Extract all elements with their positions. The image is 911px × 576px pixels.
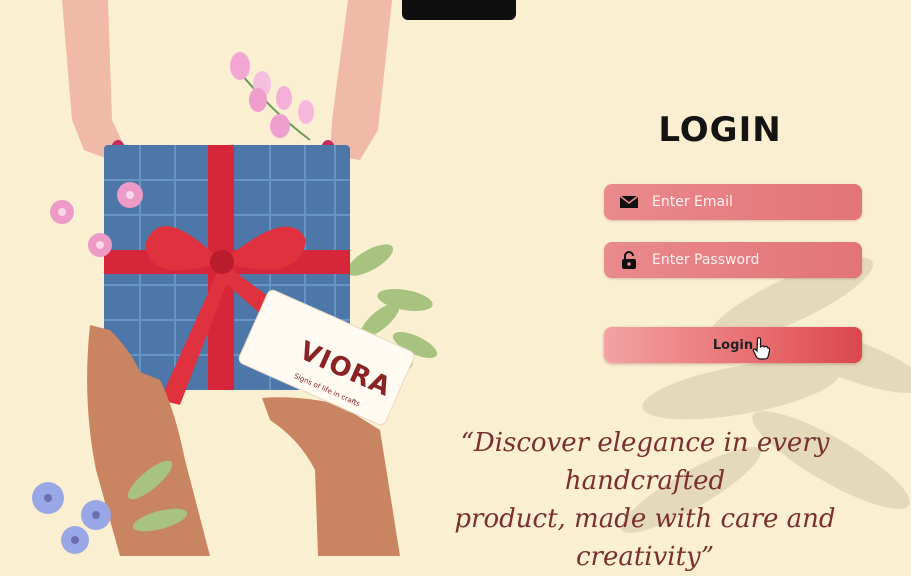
login-title: LOGIN xyxy=(658,110,782,150)
quote-line-2: product, made with care and creativity” xyxy=(454,504,836,572)
top-right-arm xyxy=(330,0,392,160)
email-field[interactable] xyxy=(604,184,862,220)
email-input[interactable] xyxy=(650,193,862,211)
password-field[interactable] xyxy=(604,242,862,278)
login-button[interactable]: Login xyxy=(604,327,862,363)
password-input[interactable] xyxy=(650,251,862,269)
pink-flower-sprig xyxy=(230,52,314,141)
quote-line-1: “Discover elegance in every handcrafted xyxy=(460,428,830,496)
top-left-arm xyxy=(62,0,126,160)
envelope-icon xyxy=(618,191,640,213)
tagline-quote: “Discover elegance in every handcrafted … xyxy=(385,424,905,576)
lock-icon xyxy=(618,249,640,271)
hand-pointer-icon xyxy=(752,337,770,360)
